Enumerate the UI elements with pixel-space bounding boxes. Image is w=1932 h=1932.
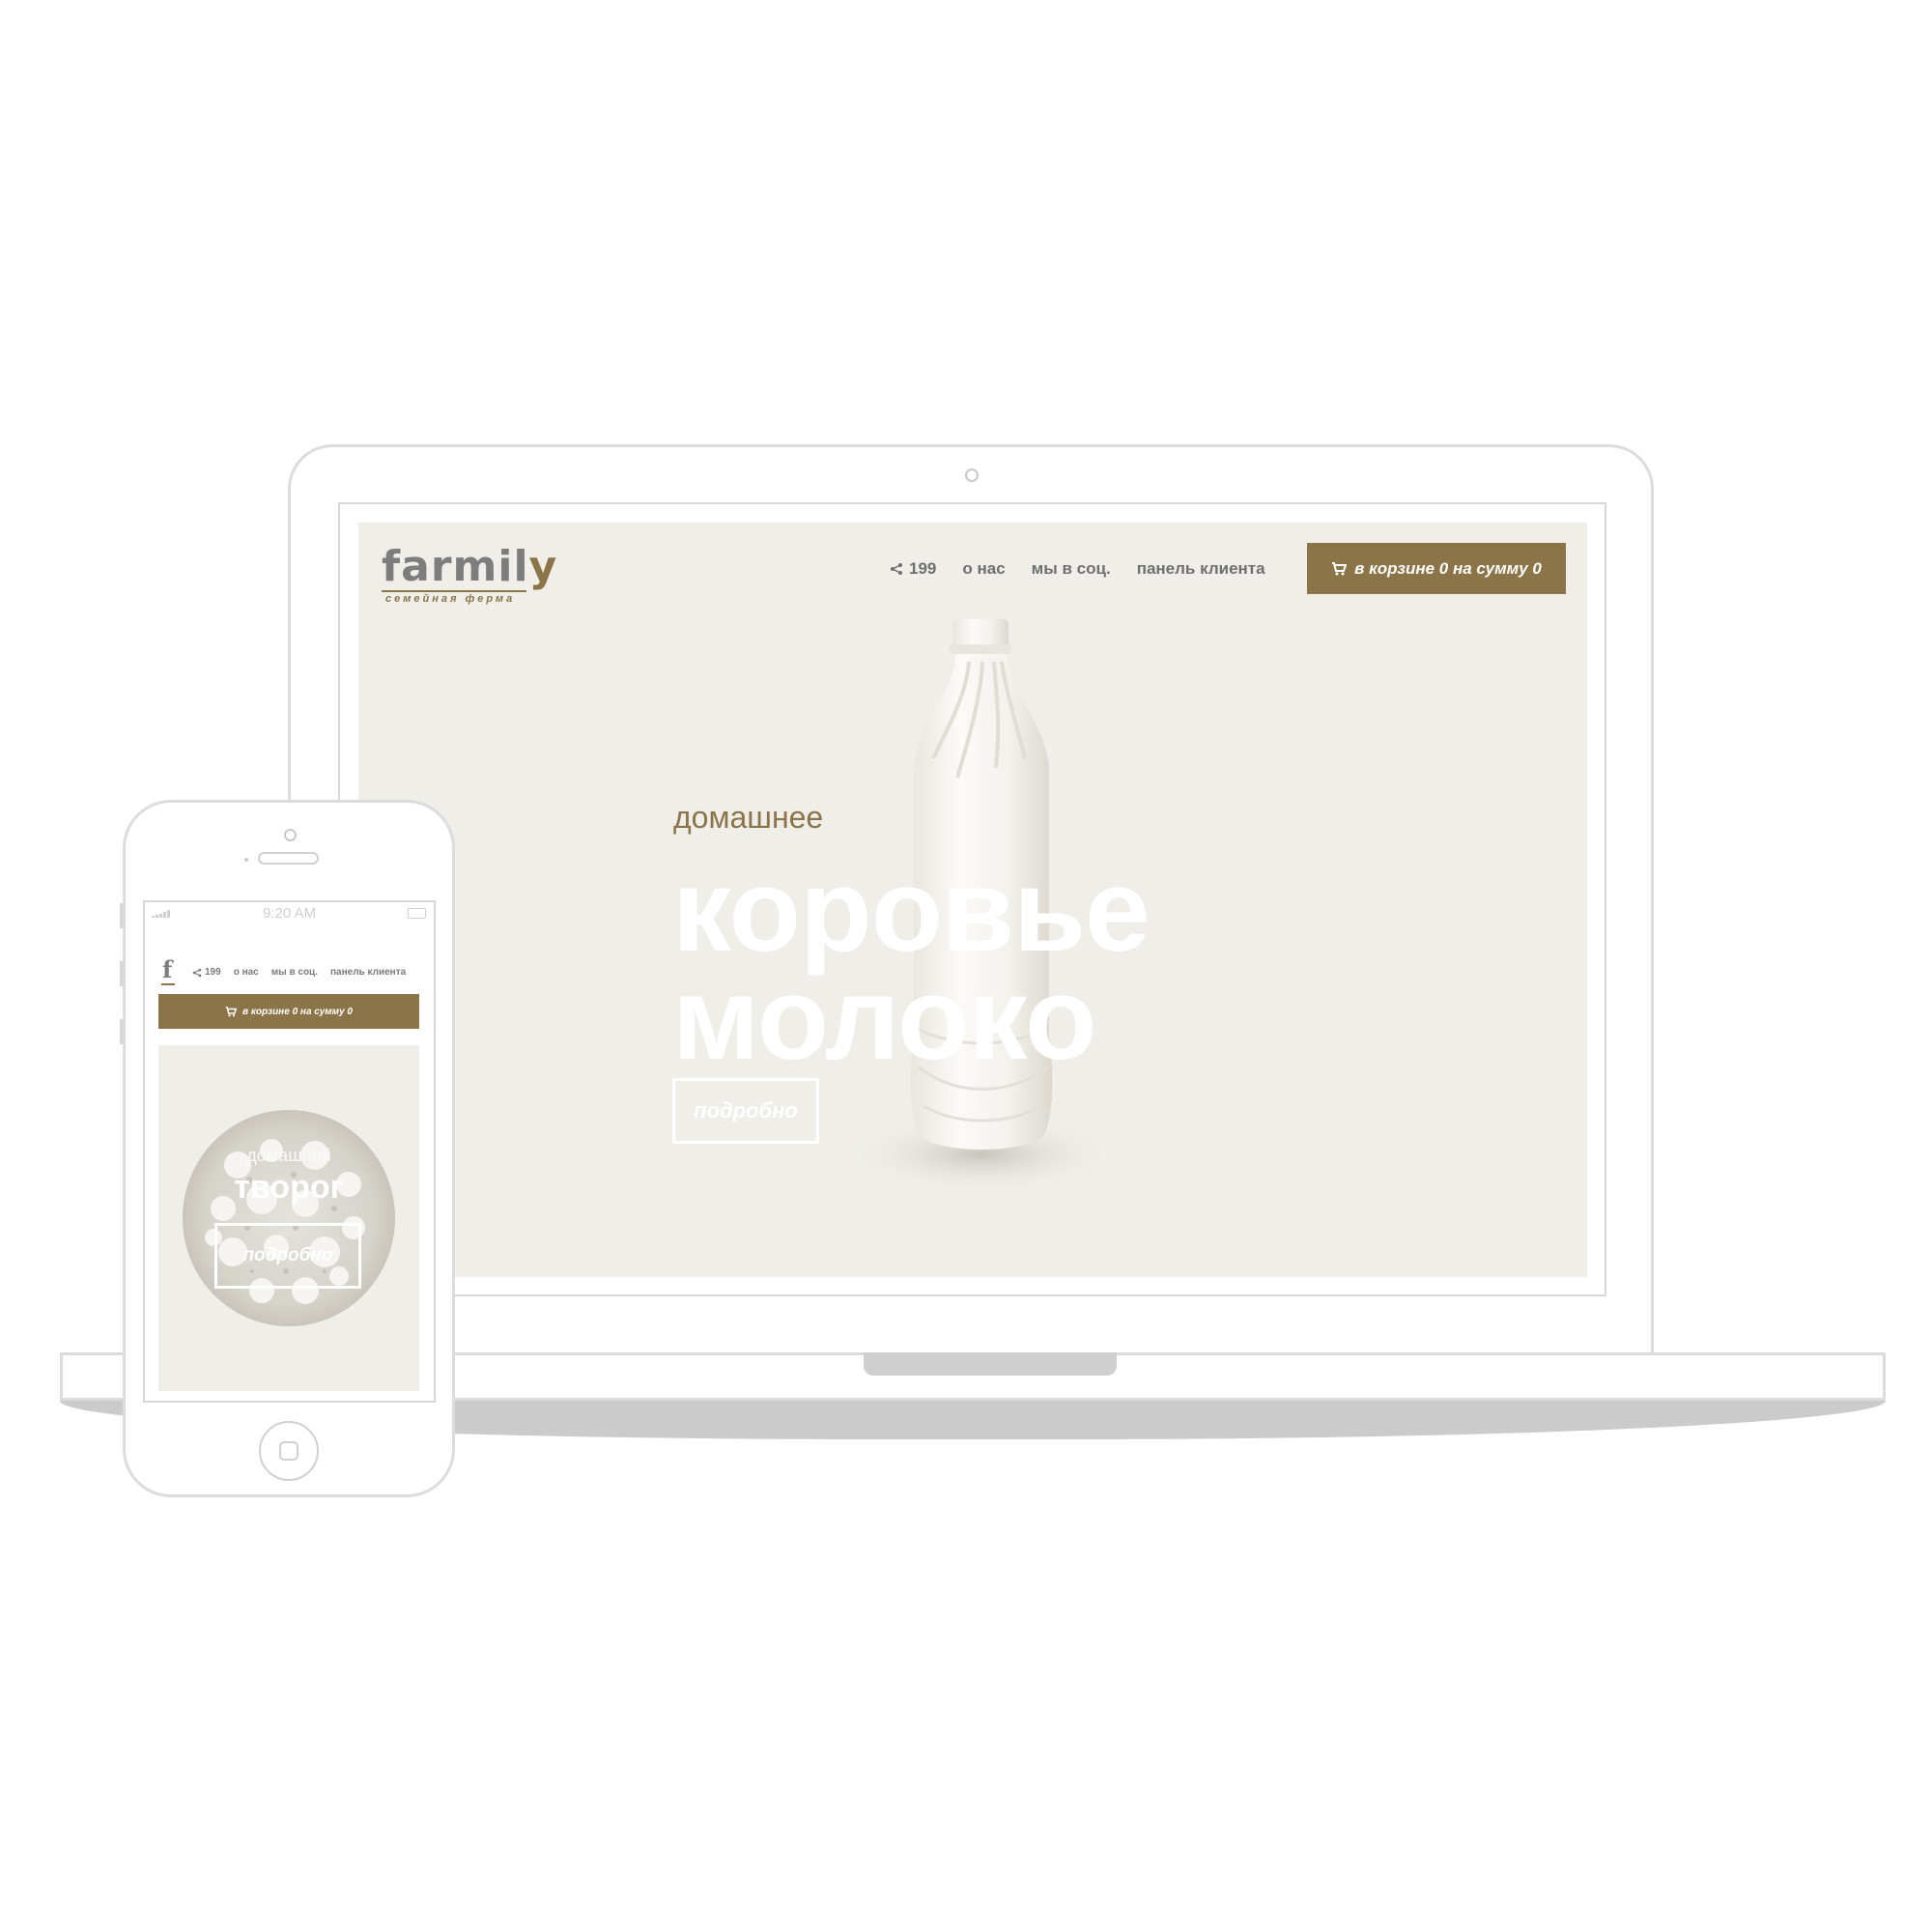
phone-volume-up [120,961,124,986]
status-time: 9:20 AM [262,905,317,922]
mobile-hero-title: творог [234,1169,344,1206]
desktop-site: farmily семейная ферма 199 о нас мы в со… [358,523,1587,1277]
nav-social[interactable]: мы в соц. [1032,559,1111,579]
hero-title: коровье молоко [672,844,1151,1084]
main-nav: 199 о нас мы в соц. панель клиента [890,559,1265,579]
share-icon [891,563,902,575]
mobile-share-count: 199 [205,967,221,978]
share-button[interactable]: 199 [890,559,936,579]
laptop-camera [965,469,979,482]
phone-speaker [258,852,319,865]
share-count: 199 [909,559,937,578]
mobile-hero: домашний творог подробно [158,1045,419,1391]
mobile-logo[interactable]: f [162,958,172,981]
hero-subtitle: домашнее [673,800,824,835]
logo-wordmark: farmily [382,542,558,591]
mobile-nav-client-panel[interactable]: панель клиента [330,967,406,978]
cart-button[interactable]: в корзине 0 на сумму 0 [1307,543,1566,594]
nav-client-panel[interactable]: панель клиента [1137,559,1265,579]
phone-sensor [244,858,248,862]
mobile-nav: 199 о нас мы в соц. панель клиента [192,967,406,978]
cottage-cheese-image [183,1110,395,1326]
share-icon [192,968,202,977]
mobile-share-button[interactable]: 199 [192,967,221,978]
logo[interactable]: farmily семейная ферма [382,546,557,605]
logo-tagline: семейная ферма [385,593,516,605]
cart-icon [225,1006,237,1016]
hero-title-line1: коровье [672,844,1151,976]
mobile-nav-social[interactable]: мы в соц. [271,967,318,978]
cart-label: в корзине 0 на сумму 0 [1354,558,1542,578]
mobile-cart-button[interactable]: в корзине 0 на сумму 0 [158,994,419,1029]
mobile-cart-label: в корзине 0 на сумму 0 [242,1006,353,1017]
mobile-site: 9:20 AM f 199 о нас мы в соц. панель кли… [143,900,436,1403]
battery-icon [408,908,426,919]
mobile-details-button[interactable]: подробно [214,1223,361,1289]
home-icon [279,1441,298,1461]
status-bar: 9:20 AM [145,902,434,925]
phone-mute-switch [120,903,124,928]
nav-about[interactable]: о нас [962,559,1005,579]
hero-title-line2: молоко [672,952,1097,1084]
details-button[interactable]: подробно [672,1078,819,1144]
phone-camera [284,829,297,841]
phone-volume-down [120,1019,124,1044]
mobile-nav-about[interactable]: о нас [234,967,259,978]
mobile-hero-subtitle: домашний [246,1146,331,1165]
laptop-notch [864,1352,1117,1376]
cart-icon [1332,561,1348,575]
mobile-logo-underline [161,983,175,985]
